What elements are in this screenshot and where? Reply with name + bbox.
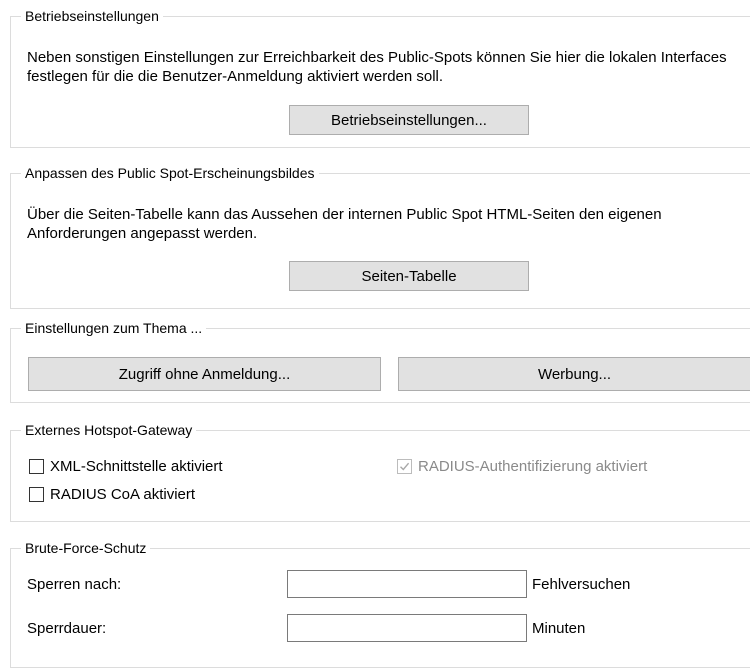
description-text: Neben sonstigen Einstellungen zur Erreic… xyxy=(27,49,727,85)
betriebseinstellungen-button[interactable]: Betriebseinstellungen... xyxy=(289,105,529,135)
minuten-unit: Minuten xyxy=(532,620,586,637)
group-thema: Einstellungen zum Thema ... Zugriff ohne… xyxy=(10,319,750,403)
group-hotspot-gateway: Externes Hotspot-Gateway XML-Schnittstel… xyxy=(10,421,750,522)
group-legend: Brute-Force-Schutz xyxy=(21,539,151,557)
checkbox-box[interactable] xyxy=(29,487,44,502)
zugriff-ohne-anmeldung-button[interactable]: Zugriff ohne Anmeldung... xyxy=(28,357,381,391)
checkmark-icon xyxy=(400,462,410,471)
group-erscheinungsbild: Anpassen des Public Spot-Erscheinungsbil… xyxy=(10,164,750,309)
sperrdauer-label: Sperrdauer: xyxy=(27,620,107,637)
group-legend: Externes Hotspot-Gateway xyxy=(21,421,197,439)
werbung-button[interactable]: Werbung... xyxy=(398,357,750,391)
group-legend: Betriebseinstellungen xyxy=(21,7,163,25)
seiten-tabelle-button[interactable]: Seiten-Tabelle xyxy=(289,261,529,291)
checkbox-box xyxy=(397,459,412,474)
description-text: Über die Seiten-Tabelle kann das Aussehe… xyxy=(27,206,662,242)
group-brute-force: Brute-Force-Schutz Sperren nach: Fehlver… xyxy=(10,539,750,668)
radius-coa-checkbox[interactable]: RADIUS CoA aktiviert xyxy=(29,486,195,503)
radius-authentifizierung-checkbox: RADIUS-Authentifizierung aktiviert xyxy=(397,458,647,475)
sperrdauer-input[interactable] xyxy=(287,614,527,642)
group-betriebseinstellungen: Betriebseinstellungen Neben sonstigen Ei… xyxy=(10,7,750,148)
xml-schnittstelle-checkbox[interactable]: XML-Schnittstelle aktiviert xyxy=(29,458,223,475)
checkbox-label: RADIUS CoA aktiviert xyxy=(50,486,196,503)
sperren-nach-label: Sperren nach: xyxy=(27,576,122,593)
checkbox-label: RADIUS-Authentifizierung aktiviert xyxy=(418,458,648,475)
group-legend: Einstellungen zum Thema ... xyxy=(21,319,207,337)
checkbox-label: XML-Schnittstelle aktiviert xyxy=(50,458,223,475)
sperren-nach-input[interactable] xyxy=(287,570,527,598)
checkbox-box[interactable] xyxy=(29,459,44,474)
fehlversuchen-unit: Fehlversuchen xyxy=(532,576,631,593)
group-legend: Anpassen des Public Spot-Erscheinungsbil… xyxy=(21,164,319,182)
